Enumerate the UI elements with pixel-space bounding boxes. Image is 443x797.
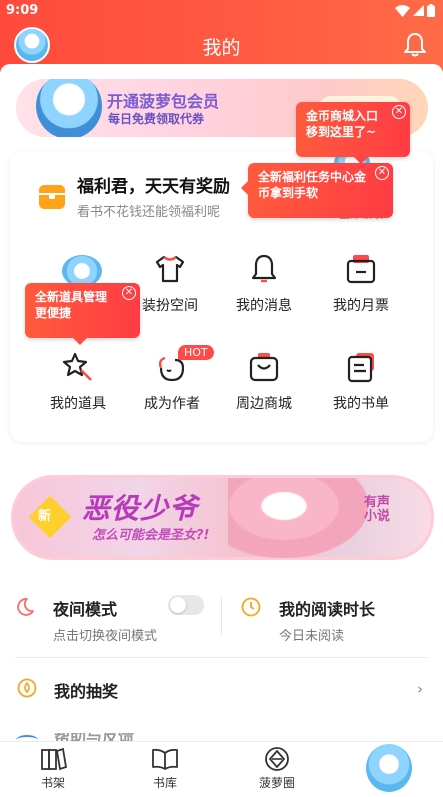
notification-bell-icon[interactable] [401, 31, 429, 59]
grid-item-messages[interactable]: 我的消息 [219, 252, 309, 315]
lottery-icon [17, 678, 37, 698]
new-badge: 新 [38, 509, 52, 524]
grid-item-label: 我的消息 [236, 298, 292, 314]
lottery-row[interactable]: 我的抽奖 [54, 678, 118, 702]
nav-profile-mascot[interactable] [366, 744, 412, 792]
clock-icon [241, 597, 261, 617]
welfare-tooltip: 全新福利任务中心金币拿到手软 ✕ [241, 163, 393, 218]
night-mode-subtitle: 点击切换夜间模式 [53, 629, 158, 644]
grid-item-label: 成为作者 [144, 396, 200, 412]
tooltip-text: 全新道具管理更便捷 [35, 290, 108, 320]
tshirt-icon [155, 255, 185, 283]
nav-pineapple-circle[interactable]: 菠萝圈 [245, 746, 309, 791]
vip-title: 开通菠萝包会员 [107, 92, 220, 111]
promo-character-image [228, 478, 368, 558]
vip-subtitle: 每日免费领取代券 [108, 112, 205, 126]
tooltip-text: 金币商城入口移到这里了~ [306, 109, 379, 139]
nav-bookshelf[interactable]: 书架 [21, 746, 85, 791]
audio-novel-badge: 有声小说 [364, 495, 391, 524]
grid-item-label: 周边商城 [236, 396, 292, 412]
welfare-title[interactable]: 福利君，天天有奖励 [77, 172, 230, 197]
grid-item-booklist[interactable]: 我的书单 [316, 350, 406, 413]
wifi-icon [395, 4, 410, 17]
nav-label: 书库 [152, 776, 177, 790]
ticket-icon [346, 255, 376, 284]
nav-label: 书架 [40, 776, 65, 790]
divider [15, 657, 428, 658]
reading-time-title[interactable]: 我的阅读时长 [279, 596, 375, 620]
status-icons [395, 4, 435, 17]
bookshelf-icon [41, 747, 67, 771]
avatar[interactable] [14, 27, 50, 63]
moon-icon [17, 598, 34, 616]
chevron-right-icon[interactable]: › [417, 680, 423, 698]
props-tooltip: 全新道具管理更便捷 ✕ [25, 283, 140, 345]
status-time: 9:09 [6, 3, 39, 18]
grid-item-merch-mall[interactable]: 周边商城 [219, 350, 309, 413]
vip-mascot-image [36, 79, 102, 137]
grid-item-props[interactable]: 我的道具 [33, 350, 123, 413]
grid-item-label: 我的月票 [333, 298, 389, 314]
night-mode-toggle[interactable] [168, 595, 204, 615]
reading-time-subtitle: 今日未阅读 [279, 629, 345, 644]
help-feedback-row[interactable]: 帮助与反馈 [54, 733, 134, 741]
page-title: 我的 [202, 37, 241, 59]
signal-icon [413, 5, 424, 16]
bell-icon [251, 254, 277, 283]
circle-diamond-icon [265, 747, 289, 771]
night-mode-title: 夜间模式 [53, 600, 118, 619]
mall-entry-tooltip: 金币商城入口移到这里了~ ✕ [296, 102, 410, 164]
grid-item-label: 我的道具 [50, 396, 106, 412]
wand-icon [62, 352, 92, 381]
promo-title: 恶役少爷 [82, 492, 199, 525]
open-book-icon [152, 748, 178, 770]
close-icon[interactable]: ✕ [122, 286, 136, 300]
grid-item-monthly-ticket[interactable]: 我的月票 [316, 252, 406, 315]
top-bar: 9:09 我的 [0, 0, 443, 72]
nav-label: 菠萝圈 [258, 776, 295, 790]
hot-badge: HOT [178, 345, 214, 360]
close-icon[interactable]: ✕ [392, 105, 406, 119]
close-icon[interactable]: ✕ [375, 166, 389, 180]
divider [221, 597, 222, 635]
battery-icon [427, 4, 435, 17]
welfare-subtitle: 看书不花钱还能领福利呢 [77, 205, 221, 220]
tooltip-text: 全新福利任务中心金币拿到手软 [258, 170, 367, 200]
bag-icon [249, 353, 279, 382]
promo-subtitle: 怎么可能会是圣女?! [92, 528, 210, 543]
gift-box-icon [39, 185, 65, 209]
booklist-icon [347, 353, 374, 383]
nav-library[interactable]: 书库 [133, 746, 197, 791]
grid-item-label: 我的书单 [333, 396, 389, 412]
